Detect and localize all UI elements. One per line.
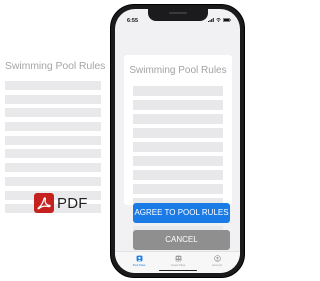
adobe-pdf-icon [34, 193, 54, 213]
wifi-icon [216, 18, 221, 22]
pdf-badge: PDF [34, 193, 88, 213]
document-title: Swimming Pool Rules [5, 60, 106, 72]
text-line-placeholder [133, 170, 223, 180]
tab-label: Guest Pass [170, 263, 186, 267]
person-badge-icon [136, 255, 142, 262]
battery-icon [223, 18, 231, 22]
status-time: 6:55 [127, 18, 139, 24]
card-title: Swimming Pool Rules [129, 65, 227, 76]
text-line-placeholder [5, 135, 101, 145]
text-line-placeholder [133, 184, 223, 194]
tab-guest-pass[interactable]: Guest Pass [163, 255, 193, 267]
status-icons [208, 18, 231, 22]
phone-notch [148, 9, 208, 21]
tab-pool-pass[interactable]: Pool Pass [124, 255, 154, 267]
agree-button[interactable]: AGREE TO POOL RULES [133, 203, 230, 223]
pdf-label: PDF [57, 194, 88, 212]
text-line-placeholder [5, 163, 101, 173]
cancel-button[interactable]: CANCEL [133, 230, 230, 250]
account-icon [213, 255, 221, 262]
text-line-placeholder [133, 86, 223, 96]
tab-label: Pool Pass [132, 263, 146, 267]
text-line-placeholder [133, 114, 223, 124]
text-line-placeholder [133, 100, 223, 110]
text-line-placeholder [5, 108, 101, 118]
text-line-placeholder [133, 156, 223, 166]
text-line-placeholder [5, 122, 101, 132]
group-icon [175, 255, 181, 262]
text-line-placeholder [5, 94, 101, 104]
home-indicator[interactable] [159, 269, 197, 271]
phone-screen: 6:55 Swimming Pool Rules AGREE TO POOL R… [115, 9, 240, 273]
rules-card[interactable]: Swimming Pool Rules [124, 55, 232, 236]
speaker-grille [169, 12, 187, 14]
text-line-placeholder [133, 128, 223, 138]
text-line-placeholder [133, 142, 223, 152]
tab-account[interactable]: Account [202, 255, 232, 267]
tab-label: Account [211, 263, 223, 267]
text-line-placeholder [5, 149, 101, 159]
status-bar: 6:55 [115, 9, 240, 29]
tab-bar: Pool Pass Guest Pass Account [115, 251, 240, 273]
text-line-placeholder [5, 176, 101, 186]
text-line-placeholder [5, 81, 101, 90]
signal-icon [208, 18, 214, 22]
phone-frame: 6:55 Swimming Pool Rules AGREE TO POOL R… [110, 4, 245, 278]
